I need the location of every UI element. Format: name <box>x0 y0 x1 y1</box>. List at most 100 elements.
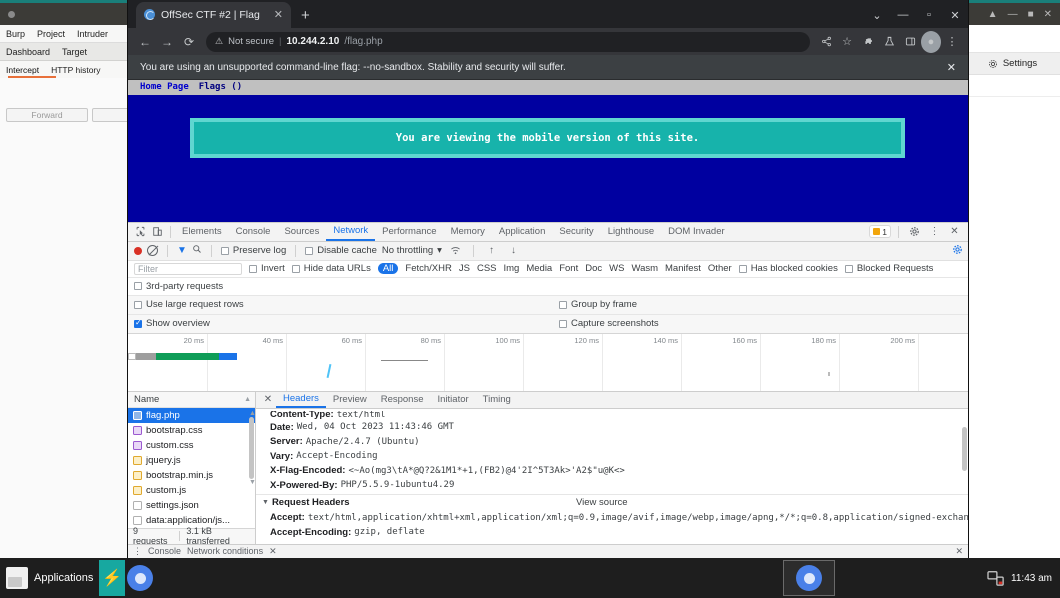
blocked-requests-checkbox[interactable]: Blocked Requests <box>844 263 933 274</box>
detail-tab-headers[interactable]: Headers <box>276 391 326 409</box>
devtools-more-menu-icon[interactable]: ⋮ <box>926 223 943 240</box>
chrome-launcher-button[interactable] <box>127 565 154 591</box>
filter-type-manifest[interactable]: Manifest <box>665 263 701 274</box>
burp-forward-button[interactable]: Forward <box>6 108 88 122</box>
filter-type-img[interactable]: Img <box>504 263 520 274</box>
third-party-requests-checkbox[interactable]: 3rd-party requests <box>134 281 223 292</box>
scroll-down-icon[interactable]: ▼ <box>249 479 255 486</box>
share-icon[interactable] <box>816 31 836 53</box>
capture-screenshots-checkbox[interactable]: Capture screenshots <box>559 318 659 329</box>
chrome-minimize-button[interactable]: — <box>890 0 916 30</box>
filter-type-all[interactable]: All <box>377 263 399 275</box>
scrollbar-thumb[interactable] <box>249 416 254 479</box>
settings-window-restore-icon[interactable]: ▲ <box>988 9 998 20</box>
network-overview-timeline[interactable]: 20 ms 40 ms 60 ms 80 ms 100 ms 120 ms 14… <box>128 333 968 392</box>
applications-menu-button[interactable]: Applications <box>0 567 93 589</box>
chrome-close-button[interactable]: ✕ <box>942 0 968 30</box>
request-row-settings-json[interactable]: settings.json <box>128 498 255 513</box>
drawer-more-icon[interactable]: ⋮ <box>133 546 142 557</box>
request-row-bootstrap-min-js[interactable]: bootstrap.min.js <box>128 468 255 483</box>
invert-checkbox[interactable]: Invert <box>249 263 285 274</box>
record-button-icon[interactable] <box>134 246 142 255</box>
drawer-tab-close-icon[interactable]: ✕ <box>269 546 277 557</box>
devtools-tab-application[interactable]: Application <box>492 222 552 241</box>
has-blocked-cookies-checkbox[interactable]: Has blocked cookies <box>738 263 838 274</box>
settings-window-minimize-icon[interactable]: — <box>1008 9 1018 20</box>
reload-button[interactable]: ⟳ <box>178 31 200 53</box>
device-toolbar-icon[interactable] <box>149 223 166 240</box>
devtools-tab-dom-invader[interactable]: DOM Invader <box>661 222 732 241</box>
request-row-custom-js[interactable]: custom.js <box>128 483 255 498</box>
devtools-tab-security[interactable]: Security <box>552 222 600 241</box>
devtools-tab-memory[interactable]: Memory <box>444 222 492 241</box>
devtools-tab-performance[interactable]: Performance <box>375 222 443 241</box>
detail-tab-initiator[interactable]: Initiator <box>431 391 476 408</box>
burp-menu-intruder[interactable]: Intruder <box>71 29 114 39</box>
burp-tab-intercept[interactable]: Intercept <box>0 65 45 75</box>
detail-scrollbar[interactable] <box>962 426 967 522</box>
inspect-element-icon[interactable] <box>132 223 149 240</box>
clear-network-log-icon[interactable] <box>147 245 158 257</box>
network-tray-icon[interactable] <box>987 570 1005 586</box>
preserve-log-checkbox[interactable]: Preserve log <box>220 245 286 256</box>
drawer-tab-console[interactable]: Console <box>148 546 181 556</box>
profile-avatar-icon[interactable]: ● <box>921 30 941 53</box>
browser-tab[interactable]: OffSec CTF #2 | Flag ✕ <box>136 1 291 28</box>
infobar-close-icon[interactable]: ✕ <box>947 61 956 74</box>
throttling-select[interactable]: No throttling ▾ <box>382 245 442 256</box>
request-row-custom-css[interactable]: custom.css <box>128 438 255 453</box>
filter-type-js[interactable]: JS <box>459 263 470 274</box>
disable-cache-checkbox[interactable]: Disable cache <box>305 245 377 256</box>
address-bar[interactable]: ⚠ Not secure | 10.244.2.10 /flag.php <box>206 31 810 52</box>
drawer-close-icon[interactable]: ✕ <box>955 546 968 557</box>
devtools-tab-network[interactable]: Network <box>326 222 376 242</box>
request-list-column-header[interactable]: Name ▲ <box>128 391 255 408</box>
warning-count-badge[interactable]: 1 <box>869 225 891 239</box>
detail-close-icon[interactable]: ✕ <box>260 394 276 405</box>
scroll-up-icon[interactable]: ▲ <box>249 410 255 417</box>
search-icon[interactable] <box>192 244 202 257</box>
forward-button[interactable]: → <box>156 31 178 53</box>
import-har-icon[interactable]: ↑ <box>483 242 500 259</box>
filter-type-font[interactable]: Font <box>559 263 578 274</box>
detail-scrollbar-thumb[interactable] <box>962 426 967 471</box>
burp-tab-target[interactable]: Target <box>56 47 93 57</box>
chrome-tab-search-icon[interactable]: ⌄ <box>864 0 890 30</box>
filter-type-other[interactable]: Other <box>708 263 732 274</box>
tab-close-icon[interactable]: ✕ <box>274 8 283 21</box>
export-har-icon[interactable]: ↓ <box>505 242 522 259</box>
terminal-launcher-button[interactable]: ⚡ <box>99 560 126 596</box>
devtools-tab-console[interactable]: Console <box>229 222 278 241</box>
new-tab-button[interactable]: + <box>301 7 310 24</box>
filter-funnel-icon[interactable]: ▼ <box>177 245 187 256</box>
burp-tab-dashboard[interactable]: Dashboard <box>0 47 56 57</box>
devtools-close-icon[interactable]: ✕ <box>946 223 963 240</box>
filter-type-css[interactable]: CSS <box>477 263 497 274</box>
lab-flask-icon[interactable] <box>879 31 899 53</box>
use-large-request-rows-checkbox[interactable]: Use large request rows <box>134 299 244 310</box>
network-settings-gear-icon[interactable] <box>952 244 963 258</box>
chrome-maximize-button[interactable]: ▫ <box>916 0 942 30</box>
back-button[interactable]: ← <box>134 31 156 53</box>
wifi-throttle-icon[interactable] <box>447 242 464 259</box>
burp-menu-project[interactable]: Project <box>31 29 71 39</box>
taskbar-window-chrome[interactable] <box>783 560 835 596</box>
chrome-menu-icon[interactable]: ⋮ <box>942 31 962 53</box>
filter-type-wasm[interactable]: Wasm <box>631 263 658 274</box>
request-headers-section-header[interactable]: ▼ Request Headers View source <box>256 494 968 510</box>
detail-tab-response[interactable]: Response <box>374 391 431 408</box>
side-panel-icon[interactable] <box>900 31 920 53</box>
request-row-jquery-js[interactable]: jquery.js <box>128 453 255 468</box>
view-source-link[interactable]: View source <box>576 497 628 508</box>
settings-window-close-icon[interactable]: ✕ <box>1044 9 1052 20</box>
devtools-settings-gear-icon[interactable] <box>906 223 923 240</box>
devtools-tab-elements[interactable]: Elements <box>175 222 229 241</box>
drawer-tab-network-conditions[interactable]: Network conditions <box>187 546 263 556</box>
burp-tab-http-history[interactable]: HTTP history <box>45 65 106 75</box>
devtools-tab-sources[interactable]: Sources <box>277 222 326 241</box>
detail-tab-preview[interactable]: Preview <box>326 391 374 408</box>
site-nav-home-page-link[interactable]: Home Page <box>140 82 189 92</box>
request-row-flag-php[interactable]: flag.php <box>128 407 255 423</box>
request-row-data-application-js[interactable]: data:application/js... <box>128 513 255 528</box>
filter-input[interactable]: Filter <box>134 262 242 275</box>
